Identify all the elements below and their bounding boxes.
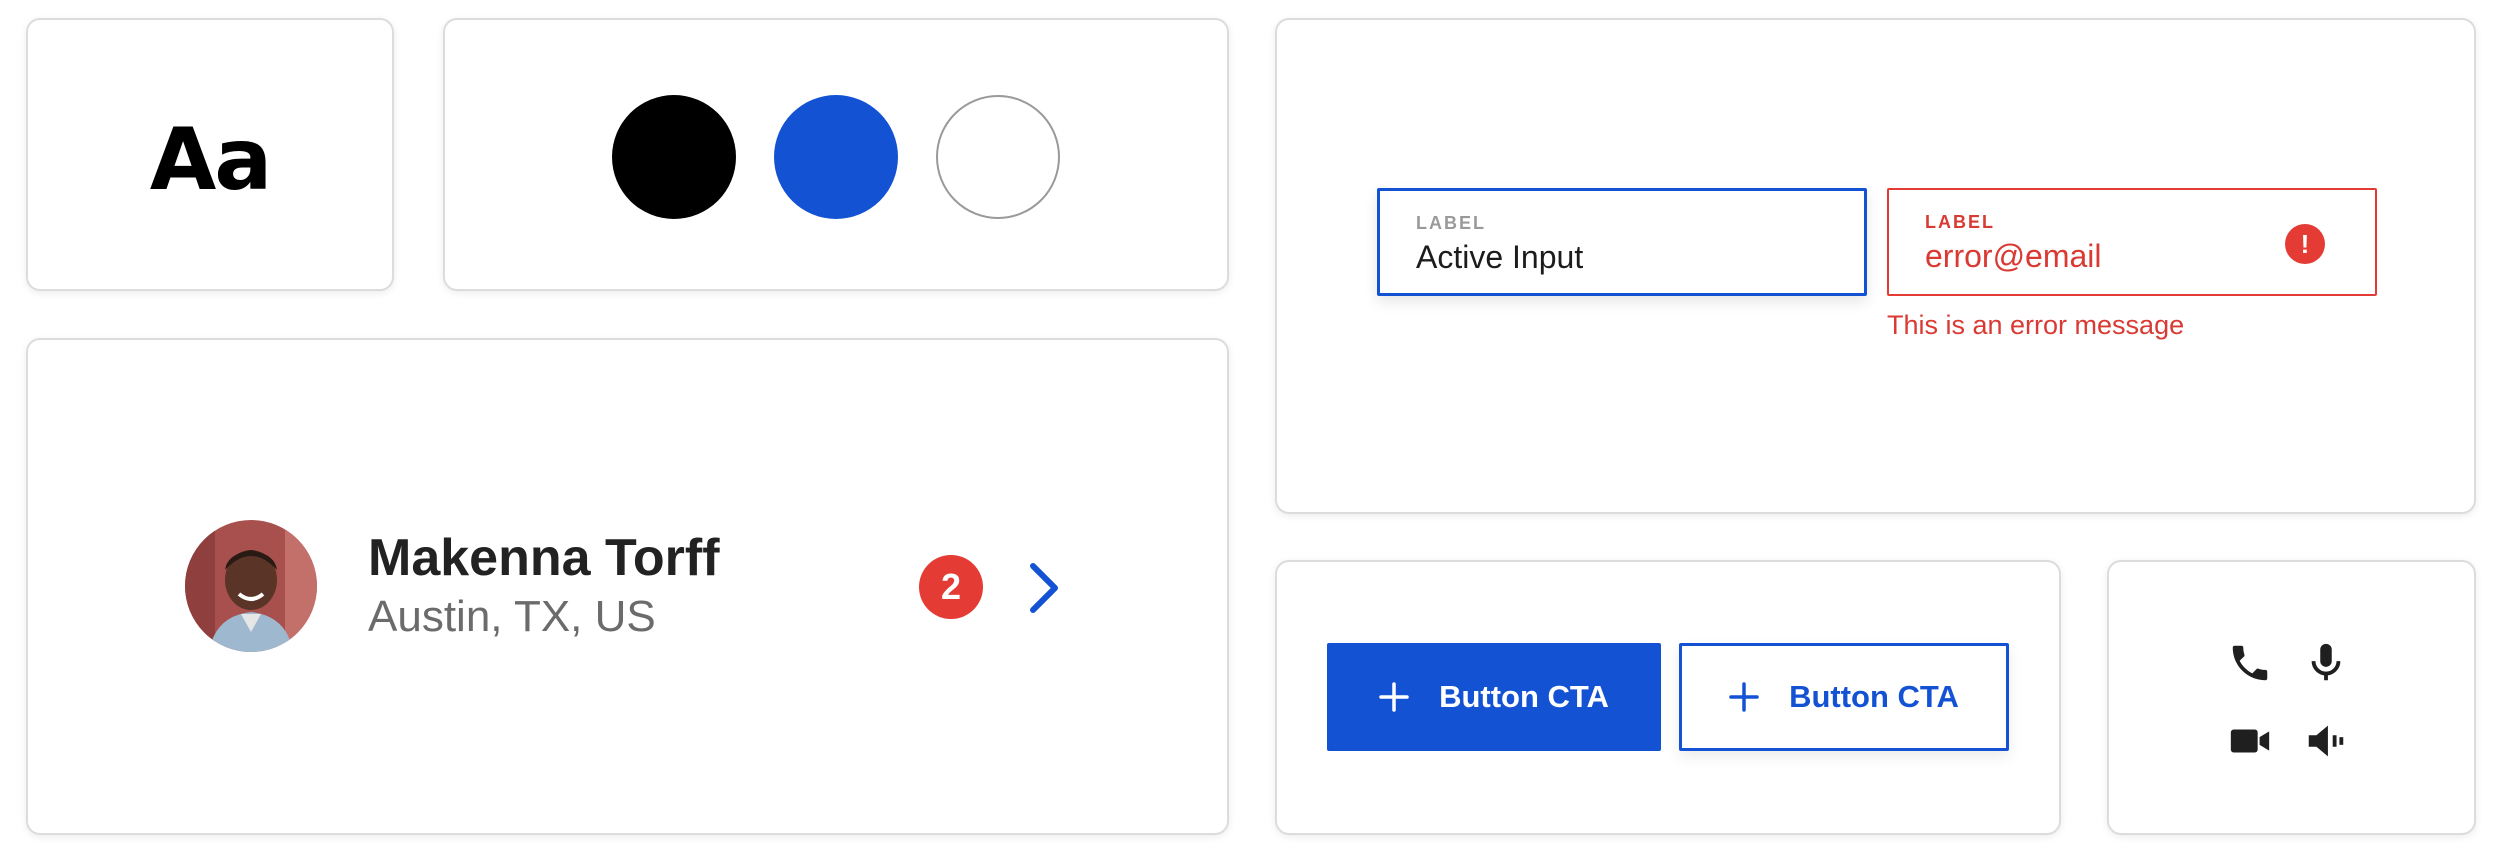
buttons-card: Button CTA Button CTA [1275,560,2061,835]
error-input-value[interactable]: error@email [1925,238,2102,275]
chevron-right-icon[interactable] [1023,560,1063,616]
icon-grid [2227,640,2349,764]
swatch-white[interactable] [936,95,1060,219]
plus-icon [1729,682,1759,712]
video-camera-icon[interactable] [2227,718,2273,764]
inputs-card: LABEL Active Input LABEL error@email ! T… [1275,18,2476,514]
secondary-cta-button[interactable]: Button CTA [1679,643,2009,751]
error-alert-icon: ! [2285,224,2325,264]
swatch-row [445,95,1227,219]
primary-cta-button[interactable]: Button CTA [1327,643,1661,751]
microphone-icon[interactable] [2303,640,2349,686]
color-swatches-card [443,18,1229,291]
user-list-item-card[interactable]: Makenna Torff Austin, TX, US 2 [26,338,1229,835]
active-input-label: LABEL [1416,213,1486,233]
phone-icon[interactable] [2227,640,2273,686]
secondary-cta-label: Button CTA [1789,679,1959,714]
user-location: Austin, TX, US [368,592,656,641]
active-input-field[interactable]: LABEL Active Input [1377,188,1867,296]
media-icons-card [2107,560,2476,835]
user-name: Makenna Torff [368,529,720,587]
primary-cta-label: Button CTA [1439,679,1609,714]
active-input-value[interactable]: Active Input [1416,239,1583,276]
plus-icon [1379,682,1409,712]
avatar [185,520,317,652]
error-input-field[interactable]: LABEL error@email ! [1887,188,2377,296]
speaker-icon[interactable] [2303,718,2349,764]
notification-badge: 2 [919,555,983,619]
error-message: This is an error message [1887,310,2185,340]
swatch-blue[interactable] [774,95,898,219]
swatch-black[interactable] [612,95,736,219]
error-input-label: LABEL [1925,212,1995,232]
type-sample: Aa [149,110,273,210]
typography-card: Aa [26,18,394,291]
